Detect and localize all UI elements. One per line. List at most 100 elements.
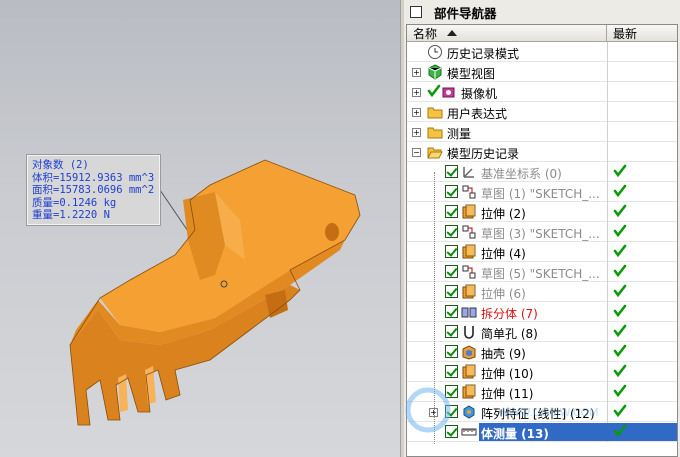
tree-node-label: 抽壳 (9): [481, 347, 526, 361]
extrude-icon: [461, 364, 477, 380]
visibility-checkbox[interactable]: [445, 305, 458, 318]
measure-weight: 重量=1.2220 N: [32, 209, 110, 221]
tree-node-label: 拉伸 (11): [481, 387, 534, 401]
tree-row[interactable]: 体测量 (13): [407, 422, 677, 442]
tree-node-label: 草图 (5) "SKETCH_...: [481, 267, 600, 281]
measure-body-icon: [461, 424, 477, 440]
tree-row[interactable]: 草图 (3) "SKETCH_...: [407, 222, 677, 242]
visibility-checkbox[interactable]: [445, 385, 458, 398]
up-to-date-check-icon: [613, 424, 627, 438]
tree-row[interactable]: + 模型视图: [407, 62, 677, 82]
tree-row[interactable]: 草图 (5) "SKETCH_...: [407, 262, 677, 282]
expand-toggle-icon[interactable]: +: [412, 128, 421, 137]
tree-node-label: 草图 (1) "SKETCH_...: [481, 187, 600, 201]
visibility-checkbox[interactable]: [445, 325, 458, 338]
orange-part-model: [69, 159, 361, 426]
up-to-date-check-icon: [613, 284, 627, 298]
column-latest-label: 最新: [613, 26, 638, 41]
up-to-date-check-icon: [613, 184, 627, 198]
extrude-icon: [461, 204, 477, 220]
tree-row[interactable]: 拆分体 (7): [407, 302, 677, 322]
visibility-checkbox[interactable]: [445, 265, 458, 278]
tree-row[interactable]: 拉伸 (6): [407, 282, 677, 302]
tree-node-label: 用户表达式: [447, 107, 508, 121]
tree-row[interactable]: 拉伸 (2): [407, 202, 677, 222]
tree-row[interactable]: + 摄像机: [407, 82, 677, 102]
tree-node-label: 草图 (3) "SKETCH_...: [481, 227, 600, 241]
sketch-icon: [461, 184, 477, 200]
expand-toggle-icon[interactable]: +: [412, 68, 421, 77]
tree-row[interactable]: 拉伸 (4): [407, 242, 677, 262]
tree-row[interactable]: 基准坐标系 (0): [407, 162, 677, 182]
tree-node-label: 拉伸 (4): [481, 247, 526, 261]
measure-area: 面积=15783.0696 mm^2: [32, 184, 155, 196]
tree-node-label: 体测量 (13): [481, 427, 549, 441]
measure-result-box[interactable]: 对象数 (2) 体积=15912.9363 mm^3 面积=15783.0696…: [26, 154, 161, 226]
visibility-checkbox[interactable]: [445, 425, 458, 438]
expand-toggle-icon[interactable]: +: [412, 88, 421, 97]
tree-node-label: 拉伸 (6): [481, 287, 526, 301]
graphics-viewport[interactable]: 对象数 (2) 体积=15912.9363 mm^3 面积=15783.0696…: [0, 0, 400, 457]
column-name-header[interactable]: 名称: [407, 25, 607, 41]
visibility-checkbox[interactable]: [445, 245, 458, 258]
visibility-checkbox[interactable]: [445, 405, 458, 418]
tree-row[interactable]: − 模型历史记录: [407, 142, 677, 162]
tree-row[interactable]: 抽壳 (9): [407, 342, 677, 362]
up-to-date-check-icon: [613, 344, 627, 358]
extrude-icon: [461, 244, 477, 260]
tree-node-label: 拉伸 (2): [481, 207, 526, 221]
navigator-pin-icon[interactable]: [410, 6, 422, 18]
camera-icon: [441, 84, 457, 100]
folder-icon: [427, 104, 443, 120]
sketch-icon: [461, 264, 477, 280]
sort-ascending-icon: [447, 30, 458, 36]
tree-node-label: 阵列特征 [线性] (12): [481, 407, 595, 421]
hole-icon: [461, 324, 477, 340]
navigator-title: 部件导航器: [434, 5, 497, 21]
visibility-checkbox[interactable]: [445, 185, 458, 198]
up-to-date-check-icon: [613, 204, 627, 218]
visibility-checkbox[interactable]: [445, 165, 458, 178]
expand-toggle-icon[interactable]: −: [412, 148, 421, 157]
expand-toggle-icon[interactable]: +: [412, 108, 421, 117]
tree-header: 名称 最新: [407, 25, 677, 42]
pattern-icon: [461, 404, 477, 420]
tree-row[interactable]: 简单孔 (8): [407, 322, 677, 342]
column-name-label: 名称: [413, 26, 438, 41]
column-latest-header[interactable]: 最新: [607, 25, 677, 41]
tree-row[interactable]: + 用户表达式: [407, 102, 677, 122]
up-to-date-check-icon: [613, 244, 627, 258]
tree-row[interactable]: + 阵列特征 [线性] (12): [407, 402, 677, 422]
up-to-date-check-icon: [613, 324, 627, 338]
tree-node-label: 模型历史记录: [447, 147, 520, 161]
part-navigator: 部件导航器 名称 最新 历史记录模式 + 模型视图 + 摄像机 + 用户表达式 + 测量 − 模型历…: [404, 0, 680, 457]
measure-volume: 体积=15912.9363 mm^3: [32, 171, 155, 184]
tree-rows: 历史记录模式 + 模型视图 + 摄像机 + 用户表达式 + 测量 − 模型历史记录 基准坐标系 (0)…: [407, 42, 677, 444]
visibility-checkbox[interactable]: [445, 365, 458, 378]
tree-node-label: 模型视图: [447, 67, 496, 81]
tree-node-label: 基准坐标系 (0): [481, 167, 562, 181]
up-to-date-check-icon: [613, 404, 627, 418]
sketch-icon: [461, 224, 477, 240]
visibility-checkbox[interactable]: [445, 205, 458, 218]
tree-node-label: 拉伸 (10): [481, 367, 534, 381]
clock-icon: [427, 44, 443, 60]
visibility-checkbox[interactable]: [445, 225, 458, 238]
tree-row[interactable]: 历史记录模式: [407, 42, 677, 62]
measure-mass: 质量=0.1246 kg: [32, 196, 117, 209]
navigator-tree[interactable]: 名称 最新 历史记录模式 + 模型视图 + 摄像机 + 用户表达式 + 测量 − 模型历史记录 基准坐…: [406, 24, 678, 457]
visibility-checkbox[interactable]: [445, 345, 458, 358]
tree-node-label: 测量: [447, 127, 472, 141]
tree-row[interactable]: + 测量: [407, 122, 677, 142]
split-body-icon: [461, 304, 477, 320]
folder-open-icon: [427, 144, 443, 160]
up-to-date-check-icon: [613, 224, 627, 238]
tree-node-label: 简单孔 (8): [481, 327, 538, 341]
measure-object-count: 对象数 (2): [32, 159, 89, 171]
tree-row[interactable]: 草图 (1) "SKETCH_...: [407, 182, 677, 202]
visibility-checkbox[interactable]: [445, 285, 458, 298]
tree-row[interactable]: 拉伸 (10): [407, 362, 677, 382]
datum-csys-icon: [461, 164, 477, 180]
up-to-date-check-icon: [613, 304, 627, 318]
tree-row[interactable]: 拉伸 (11): [407, 382, 677, 402]
